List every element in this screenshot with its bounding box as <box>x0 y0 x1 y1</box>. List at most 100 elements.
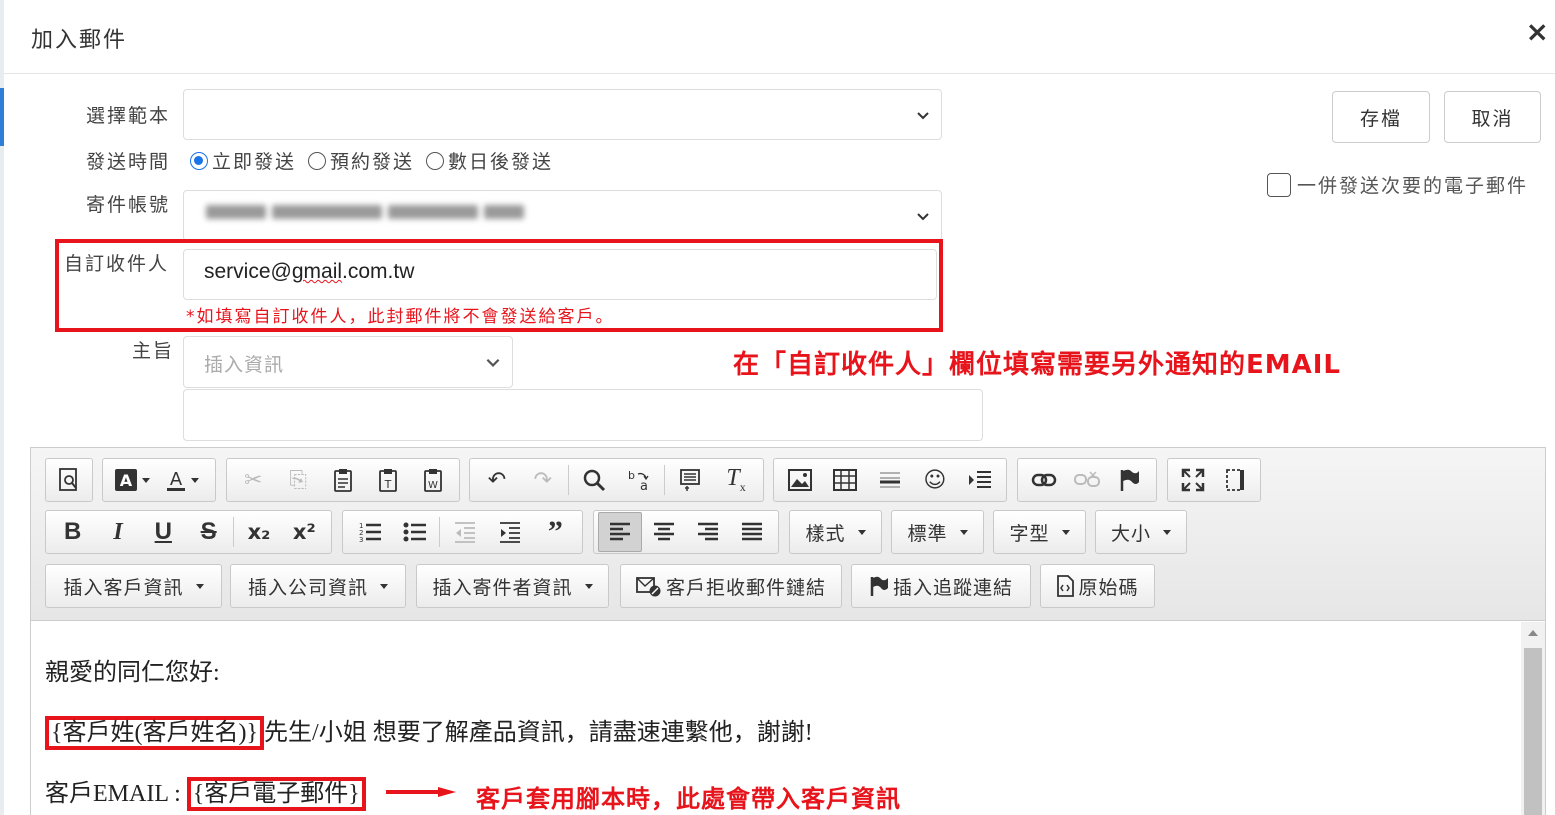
anchor-icon[interactable] <box>1109 460 1152 500</box>
body-line-email: 客戶EMAIL : {客戶電子郵件} <box>45 773 366 811</box>
sender-account-select[interactable] <box>183 190 942 241</box>
outdent-icon[interactable] <box>442 512 487 552</box>
svg-text:a: a <box>640 479 648 492</box>
select-all-icon[interactable] <box>667 460 713 500</box>
svg-text:3: 3 <box>359 536 363 544</box>
maximize-icon[interactable] <box>1172 460 1214 500</box>
chevron-down-icon <box>486 358 500 367</box>
align-justify-icon[interactable] <box>730 512 774 552</box>
page-break-icon[interactable] <box>957 460 1002 500</box>
remove-format-icon[interactable]: Tx <box>713 460 759 500</box>
indent-icon[interactable] <box>488 512 533 552</box>
radio-days-later[interactable]: 數日後發送 <box>426 147 553 174</box>
insert-sender-info-dropdown[interactable]: 插入寄件者資訊 <box>416 564 609 608</box>
preview-icon[interactable] <box>50 460 88 500</box>
italic-button[interactable]: I <box>95 512 140 552</box>
close-button[interactable]: × <box>1526 18 1549 46</box>
custom-recipient-input[interactable]: service@gmail.com.tw <box>183 249 937 300</box>
redo-icon[interactable]: ↷ <box>520 460 566 500</box>
secondary-email-checkbox[interactable] <box>1267 172 1291 197</box>
template-label: 選擇範本 <box>86 105 171 127</box>
unsubscribe-link-button[interactable]: 客戶拒收郵件鏈結 <box>620 564 842 608</box>
replace-icon[interactable]: ba <box>616 460 662 500</box>
source-code-icon <box>1057 575 1075 597</box>
send-time-label: 發送時間 <box>86 151 171 173</box>
underline-button[interactable]: U <box>141 512 186 552</box>
radio-button[interactable] <box>426 151 445 170</box>
font-dropdown[interactable]: 字型 <box>993 510 1086 554</box>
toolbar-group-preview <box>45 458 93 502</box>
paste-icon[interactable] <box>321 460 366 500</box>
rich-text-editor: A A ✂ ⎘ T W ↶ ↷ ba Tx ☺ B I U S x₂ x² 1 … <box>30 447 1546 815</box>
radio-scheduled[interactable]: 預約發送 <box>308 147 414 174</box>
strikethrough-button[interactable]: S <box>186 512 231 552</box>
sender-label: 寄件帳號 <box>86 194 171 216</box>
bullet-list-icon[interactable] <box>392 512 437 552</box>
toolbar-group-edit: ↶ ↷ ba Tx <box>469 458 764 502</box>
numbered-list-icon[interactable]: 123 <box>347 512 392 552</box>
bg-color-icon[interactable]: A <box>107 460 157 500</box>
toolbar-group-links <box>1017 458 1157 502</box>
show-blocks-icon[interactable] <box>1214 460 1256 500</box>
customer-email-token: {客戶電子郵件} <box>186 777 366 811</box>
cancel-button[interactable]: 取消 <box>1444 91 1541 143</box>
style-dropdown[interactable]: 樣式 <box>789 510 882 554</box>
svg-text:A: A <box>170 469 183 490</box>
annotation-arrow <box>386 787 456 797</box>
undo-icon[interactable]: ↶ <box>474 460 520 500</box>
customer-info-annotation: 客戶套用腳本時，此處會帶入客戶資訊 <box>476 785 901 813</box>
editor-scrollbar[interactable] <box>1521 622 1545 815</box>
subject-input[interactable] <box>183 389 983 441</box>
smiley-icon[interactable]: ☺ <box>912 460 957 500</box>
insert-company-info-dropdown[interactable]: 插入公司資訊 <box>230 564 406 608</box>
size-dropdown[interactable]: 大小 <box>1095 510 1187 554</box>
modal-title: 加入郵件 <box>31 28 128 53</box>
horizontal-rule-icon[interactable] <box>868 460 913 500</box>
svg-text:b: b <box>628 469 635 482</box>
recipient-annotation: 在「自訂收件人」欄位填寫需要另外通知的EMAIL <box>733 350 1341 380</box>
format-dropdown[interactable]: 標準 <box>891 510 984 554</box>
toolbar-group-clipboard: ✂ ⎘ T W <box>226 458 460 502</box>
insert-tracking-link-button[interactable]: 插入追蹤連結 <box>851 564 1031 608</box>
blurred-sender-value <box>206 201 536 223</box>
paste-word-icon[interactable]: W <box>410 460 455 500</box>
image-icon[interactable] <box>778 460 823 500</box>
toolbar-group-align <box>593 510 779 554</box>
subject-insert-placeholder: 插入資訊 <box>204 354 285 376</box>
scroll-thumb[interactable] <box>1524 648 1542 815</box>
chevron-down-icon <box>917 212 929 220</box>
bold-button[interactable]: B <box>50 512 95 552</box>
align-left-icon[interactable] <box>598 512 643 552</box>
send-time-options: 立即發送 預約發送 數日後發送 <box>190 147 565 174</box>
toolbar-group-colors: A A <box>102 458 216 502</box>
text-color-icon[interactable]: A <box>157 460 207 500</box>
link-icon[interactable] <box>1022 460 1065 500</box>
paste-text-icon[interactable]: T <box>365 460 410 500</box>
align-center-icon[interactable] <box>642 512 686 552</box>
radio-button[interactable] <box>308 151 327 170</box>
template-select[interactable] <box>183 89 942 140</box>
source-code-button[interactable]: 原始碼 <box>1040 564 1155 608</box>
find-icon[interactable] <box>571 460 617 500</box>
cut-icon[interactable]: ✂ <box>231 460 276 500</box>
table-icon[interactable] <box>823 460 868 500</box>
scroll-up-arrow[interactable] <box>1528 630 1538 636</box>
align-right-icon[interactable] <box>686 512 730 552</box>
superscript-button[interactable]: x² <box>282 512 327 552</box>
svg-text:W: W <box>428 480 438 491</box>
toolbar-group-basic-styles: B I U S x₂ x² <box>45 510 332 554</box>
radio-send-now[interactable]: 立即發送 <box>190 147 296 174</box>
copy-icon[interactable]: ⎘ <box>276 460 321 500</box>
body-line-name: {客戶姓(客戶姓名)} 先生/小姐 想要了解產品資訊，請盡速連繫他，謝謝! <box>45 712 813 750</box>
unlink-icon[interactable] <box>1065 460 1108 500</box>
save-button[interactable]: 存檔 <box>1332 91 1430 143</box>
secondary-email-option[interactable]: 一併發送次要的電子郵件 <box>1267 171 1528 198</box>
subject-insert-select[interactable]: 插入資訊 <box>183 336 513 388</box>
subscript-button[interactable]: x₂ <box>236 512 281 552</box>
svg-text:A: A <box>120 471 133 490</box>
radio-button[interactable] <box>190 151 208 170</box>
blockquote-icon[interactable]: ” <box>533 512 578 552</box>
toolbar-group-view <box>1167 458 1261 502</box>
toolbar-group-insert: ☺ <box>773 458 1007 502</box>
insert-customer-info-dropdown[interactable]: 插入客戶資訊 <box>45 564 222 608</box>
